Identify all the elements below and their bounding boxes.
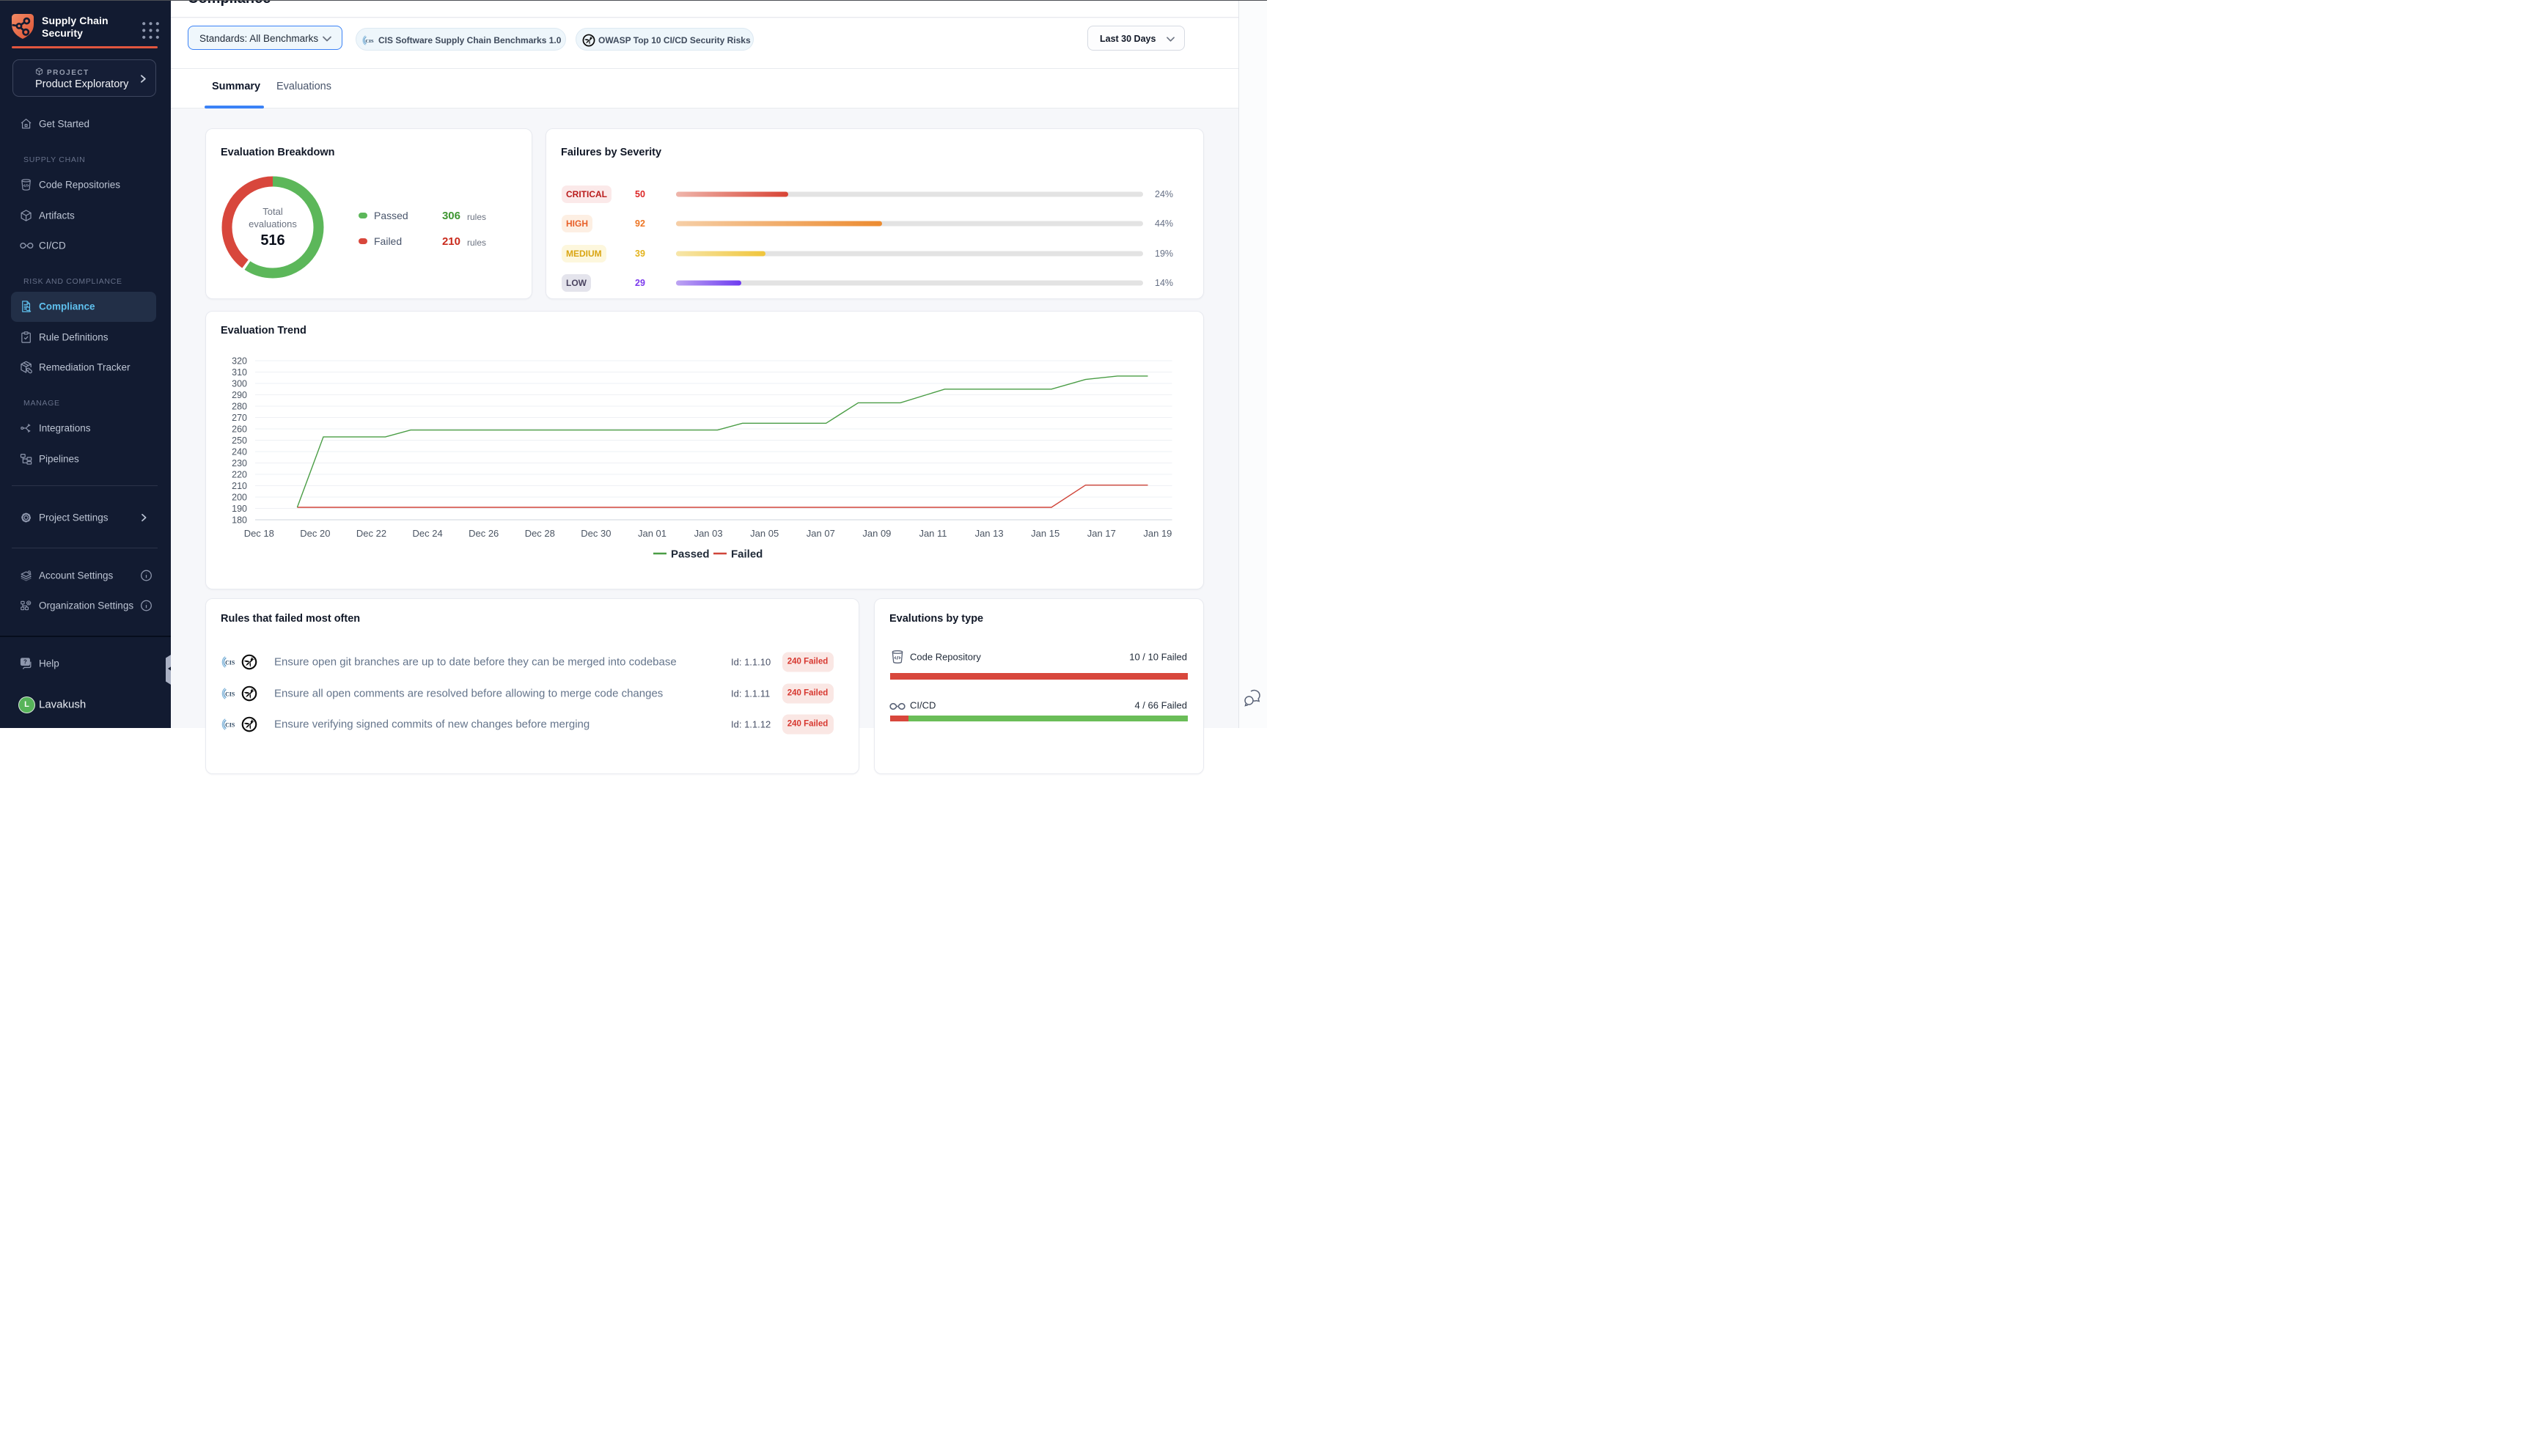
svg-text:270: 270 xyxy=(232,413,247,423)
svg-text:Jan 01: Jan 01 xyxy=(638,528,666,539)
svg-text:Passed: Passed xyxy=(671,548,710,561)
svg-text:Jan 03: Jan 03 xyxy=(694,528,723,539)
svg-text:220: 220 xyxy=(232,470,247,480)
svg-text:240: 240 xyxy=(232,447,247,457)
svg-text:Jan 15: Jan 15 xyxy=(1031,528,1059,539)
svg-text:210: 210 xyxy=(232,481,247,491)
svg-text:180: 180 xyxy=(232,515,247,526)
svg-text:Jan 07: Jan 07 xyxy=(807,528,835,539)
svg-text:290: 290 xyxy=(232,390,247,400)
svg-text:250: 250 xyxy=(232,435,247,446)
svg-text:190: 190 xyxy=(232,504,247,514)
svg-text:Dec 30: Dec 30 xyxy=(581,528,611,539)
svg-text:Failed: Failed xyxy=(731,548,763,561)
svg-text:280: 280 xyxy=(232,402,247,412)
svg-text:Dec 22: Dec 22 xyxy=(356,528,386,539)
svg-text:Jan 11: Jan 11 xyxy=(919,528,947,539)
svg-text:Dec 26: Dec 26 xyxy=(469,528,499,539)
svg-text:Jan 05: Jan 05 xyxy=(750,528,779,539)
svg-text:320: 320 xyxy=(232,356,247,367)
svg-text:Dec 18: Dec 18 xyxy=(244,528,274,539)
svg-text:310: 310 xyxy=(232,367,247,378)
svg-text:Jan 17: Jan 17 xyxy=(1087,528,1116,539)
svg-text:Jan 09: Jan 09 xyxy=(862,528,891,539)
svg-text:?: ? xyxy=(23,658,27,665)
svg-text:Dec 28: Dec 28 xyxy=(525,528,555,539)
svg-text:Jan 13: Jan 13 xyxy=(975,528,1004,539)
svg-text:Jan 19: Jan 19 xyxy=(1143,528,1172,539)
svg-text:Dec 24: Dec 24 xyxy=(412,528,442,539)
svg-text:260: 260 xyxy=(232,424,247,435)
svg-text:200: 200 xyxy=(232,493,247,503)
svg-text:300: 300 xyxy=(232,379,247,389)
svg-text:Dec 20: Dec 20 xyxy=(300,528,330,539)
svg-text:230: 230 xyxy=(232,458,247,468)
